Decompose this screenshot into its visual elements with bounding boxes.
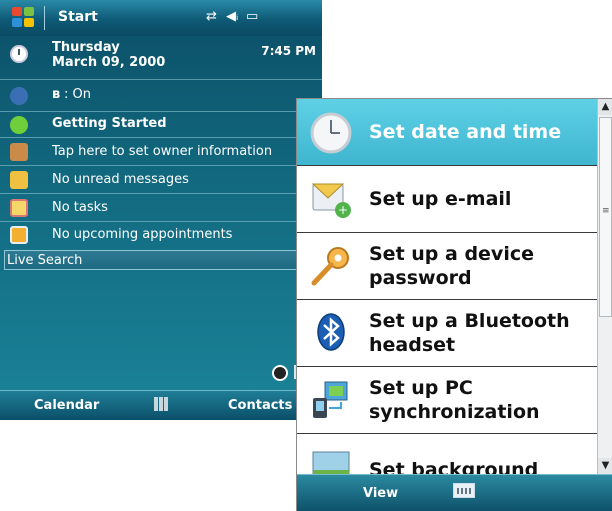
vertical-scrollbar[interactable]: ▲ ▼: [597, 99, 612, 474]
bluetooth-icon: [317, 313, 345, 351]
tasks-icon: [10, 199, 28, 217]
item-label-line1: Set up a Bluetooth: [369, 310, 570, 332]
tray-status-icon[interactable]: [272, 365, 288, 381]
messages-label: No unread messages: [52, 172, 189, 187]
owner-icon: [10, 143, 28, 161]
bluetooth-status: : On: [64, 87, 91, 102]
today-item-owner[interactable]: Tap here to set owner information: [0, 138, 322, 166]
item-label-line1: Set up a device: [369, 243, 534, 265]
wireless-row[interactable]: ʙ : On: [0, 80, 322, 112]
wireless-icon: [10, 87, 28, 105]
item-label-line2: synchronization: [369, 401, 540, 423]
today-item-getting-started[interactable]: Getting Started: [0, 112, 322, 138]
item-label-line2: headset: [369, 334, 456, 356]
today-screen: Start ⇄ ◀ᵢ ▭ Thursday March 09, 2000 7:4…: [0, 0, 322, 420]
appointments-label: No upcoming appointments: [52, 227, 233, 242]
time-text: 7:45 PM: [261, 44, 316, 58]
email-icon: +: [311, 183, 351, 218]
bluetooth-icon: ʙ: [52, 87, 61, 102]
item-label: Set up e-mail: [369, 188, 512, 210]
battery-icon[interactable]: ▭: [246, 9, 258, 25]
connectivity-icon[interactable]: ⇄: [206, 9, 217, 25]
item-label-line1: Set up PC: [369, 377, 473, 399]
volume-icon[interactable]: ◀ᵢ: [226, 9, 238, 25]
getting-started-label: Getting Started: [52, 116, 167, 131]
calendar-softkey[interactable]: Calendar: [34, 398, 99, 413]
softkey-bar: Calendar Contacts: [0, 390, 322, 420]
day-text: Thursday: [52, 40, 120, 55]
scroll-down-icon[interactable]: ▼: [598, 458, 612, 474]
date-text: March 09, 2000: [52, 55, 166, 70]
item-set-up-password[interactable]: Set up a device password: [297, 233, 597, 300]
svg-text:+: +: [338, 203, 348, 217]
clock-icon: [10, 45, 28, 63]
start-title[interactable]: Start: [58, 9, 98, 25]
item-label-line2: password: [369, 267, 472, 289]
date-time-row[interactable]: Thursday March 09, 2000 7:45 PM: [0, 36, 322, 80]
contacts-softkey[interactable]: Contacts: [228, 398, 292, 413]
getting-started-screen: Set date and time + Set up e-mail Set up…: [296, 98, 612, 511]
item-set-up-pc-sync[interactable]: Set up PC synchronization: [297, 367, 597, 434]
view-softkey[interactable]: View: [363, 486, 398, 501]
softkey-bar: View: [297, 474, 612, 511]
status-icons: ⇄ ◀ᵢ ▭: [206, 9, 266, 27]
today-item-messages[interactable]: No unread messages: [0, 166, 322, 194]
keyboard-icon[interactable]: [453, 483, 475, 498]
calendar-icon: [10, 226, 28, 244]
input-panel-icon[interactable]: [152, 396, 170, 414]
tasks-label: No tasks: [52, 200, 108, 215]
item-set-date-time[interactable]: Set date and time: [297, 99, 597, 166]
live-search-label: Live Search: [7, 253, 83, 268]
getting-started-icon: [10, 116, 28, 134]
scroll-up-icon[interactable]: ▲: [598, 99, 612, 115]
item-label: Set date and time: [369, 121, 562, 143]
title-separator: [44, 6, 45, 30]
pc-sync-icon: [313, 381, 348, 418]
key-icon: [311, 247, 349, 286]
owner-label: Tap here to set owner information: [52, 144, 273, 159]
messages-icon: [10, 171, 28, 189]
item-set-up-email[interactable]: + Set up e-mail: [297, 166, 597, 233]
clock-icon: [310, 112, 352, 154]
scroll-thumb[interactable]: [599, 117, 612, 317]
today-item-tasks[interactable]: No tasks: [0, 194, 322, 222]
today-item-appointments[interactable]: No upcoming appointments: [0, 222, 322, 248]
title-bar: Start ⇄ ◀ᵢ ▭: [0, 0, 322, 36]
windows-start-icon[interactable]: [12, 7, 36, 29]
item-set-up-bluetooth[interactable]: Set up a Bluetooth headset: [297, 300, 597, 367]
live-search-field[interactable]: Live Search: [4, 250, 304, 270]
